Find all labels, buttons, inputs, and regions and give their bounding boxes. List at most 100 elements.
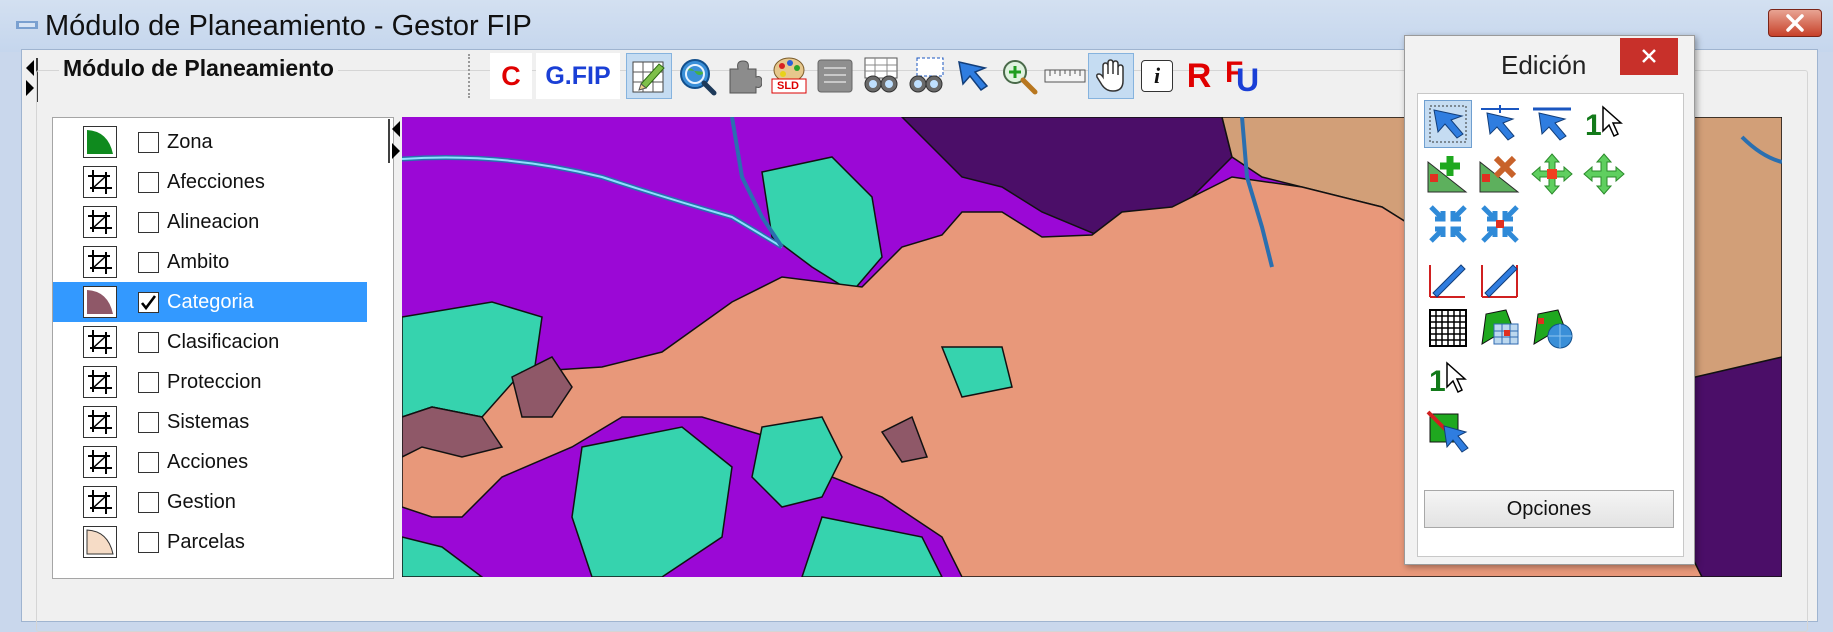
layer-row-alineacion[interactable]: Alineacion — [53, 202, 367, 242]
grid-button[interactable] — [1424, 304, 1472, 352]
edit-tools-area: 1 1 Opciones — [1417, 93, 1684, 557]
app-icon — [16, 21, 38, 29]
layer-row-parcelas[interactable]: Parcelas — [53, 522, 367, 562]
puzzle-icon — [729, 60, 762, 94]
info-icon: i — [1141, 60, 1173, 92]
add-vertex-icon — [1427, 156, 1468, 193]
layer-row-proteccion[interactable]: Proteccion — [53, 362, 367, 402]
layer-checkbox[interactable] — [138, 452, 159, 473]
crosshair-layer-icon — [83, 446, 117, 478]
move-icon — [1583, 153, 1625, 195]
edit-grid-button[interactable] — [626, 53, 672, 99]
group-title: Módulo de Planeamiento — [59, 55, 338, 82]
close-icon — [1642, 49, 1656, 63]
ruler-button[interactable] — [1042, 53, 1088, 99]
layer-label: Zona — [167, 131, 213, 153]
select-one-small-button[interactable]: 1 — [1424, 356, 1472, 404]
crosshair-layer-icon — [83, 486, 117, 518]
mauve-polygon-icon — [87, 290, 113, 314]
draw-line-icon — [1429, 264, 1466, 298]
move-vertex-button[interactable] — [1528, 150, 1576, 198]
layer-checkbox[interactable] — [138, 372, 159, 393]
layer-label: Categoria — [167, 291, 254, 313]
options-button[interactable]: Opciones — [1424, 490, 1674, 528]
layer-checkbox[interactable] — [138, 212, 159, 233]
layer-checkbox[interactable] — [138, 332, 159, 353]
select-edge-button[interactable] — [1528, 100, 1576, 148]
layer-row-sistemas[interactable]: Sistemas — [53, 402, 367, 442]
split-icon — [1481, 205, 1519, 243]
erase-select-icon — [1426, 410, 1469, 453]
info-button[interactable]: i — [1134, 53, 1180, 99]
c-button[interactable]: C — [490, 53, 532, 99]
globe-search-icon — [680, 59, 717, 96]
select-arrow-button[interactable] — [950, 53, 996, 99]
c-text-icon: C — [501, 60, 521, 91]
fu-button[interactable]: F U — [1220, 53, 1266, 99]
info-label: i — [1153, 63, 1161, 88]
window-close-button[interactable] — [1768, 9, 1822, 37]
close-icon — [1786, 14, 1804, 32]
layer-row-zona[interactable]: Zona — [53, 122, 367, 162]
layer-checkbox[interactable] — [138, 252, 159, 273]
cut-line-icon — [1481, 264, 1518, 298]
select-feature-button[interactable] — [1424, 100, 1472, 148]
layer-row-clasificacion[interactable]: Clasificacion — [53, 322, 367, 362]
layer-symbol-icon — [83, 126, 117, 158]
select-one-icon: 1 — [1583, 103, 1625, 145]
layer-label: Afecciones — [167, 171, 265, 193]
list-icon — [817, 59, 853, 93]
list-button[interactable] — [812, 53, 858, 99]
gfip-button[interactable]: G.FIP — [536, 53, 620, 99]
layer-checkbox[interactable] — [138, 412, 159, 433]
cut-line-button[interactable] — [1476, 254, 1524, 302]
globe-search-button[interactable] — [674, 53, 720, 99]
pan-button[interactable] — [1088, 53, 1134, 99]
binoculars-select-button[interactable] — [904, 53, 950, 99]
grid-icon — [1429, 309, 1467, 347]
edit-panel: Edición 1 1 Opciones — [1404, 35, 1695, 565]
draw-line-button[interactable] — [1424, 254, 1472, 302]
collapse-icon — [1429, 205, 1467, 243]
pan-hand-icon — [1096, 59, 1124, 92]
layer-checkbox-checked[interactable] — [138, 292, 159, 313]
r-button[interactable]: R — [1176, 53, 1222, 99]
r-text-icon: R — [1186, 56, 1212, 95]
layer-row-categoria[interactable]: Categoria — [53, 282, 367, 322]
select-one-button[interactable]: 1 — [1580, 100, 1628, 148]
polygon-globe-button[interactable] — [1528, 304, 1576, 352]
split-button[interactable] — [1476, 200, 1524, 248]
binoculars-button[interactable] — [858, 53, 904, 99]
numeral-label: 1 — [1585, 109, 1602, 142]
layer-row-gestion[interactable]: Gestion — [53, 482, 367, 522]
layer-row-afecciones[interactable]: Afecciones — [53, 162, 367, 202]
crosshair-layer-icon — [83, 246, 117, 278]
crosshair-layer-icon — [83, 406, 117, 438]
select-arrow-icon — [958, 61, 989, 92]
fu-text-icon: F U — [1223, 56, 1263, 98]
move-button[interactable] — [1580, 150, 1628, 198]
add-vertex-button[interactable] — [1424, 150, 1472, 198]
binoculars-select-icon — [909, 57, 944, 93]
layer-checkbox[interactable] — [138, 532, 159, 553]
delete-vertex-button[interactable] — [1476, 150, 1524, 198]
zoom-in-icon — [1003, 60, 1038, 95]
toolbar-grip[interactable] — [468, 54, 473, 98]
sld-label: SLD — [777, 80, 799, 92]
layer-checkbox[interactable] — [138, 492, 159, 513]
puzzle-button[interactable] — [720, 53, 766, 99]
layer-checkbox[interactable] — [138, 172, 159, 193]
sld-button[interactable]: SLD — [766, 53, 812, 99]
edit-panel-close-button[interactable] — [1620, 38, 1678, 75]
layer-row-acciones[interactable]: Acciones — [53, 442, 367, 482]
layer-label: Sistemas — [167, 411, 250, 433]
zoom-in-button[interactable] — [996, 53, 1042, 99]
layer-checkbox[interactable] — [138, 132, 159, 153]
numeral-label: 1 — [1429, 365, 1446, 398]
move-vertex-icon — [1531, 153, 1573, 195]
erase-select-button[interactable] — [1424, 408, 1472, 456]
polygon-map-button[interactable] — [1476, 304, 1524, 352]
select-vertex-button[interactable] — [1476, 100, 1524, 148]
layer-row-ambito[interactable]: Ambito — [53, 242, 367, 282]
collapse-button[interactable] — [1424, 200, 1472, 248]
